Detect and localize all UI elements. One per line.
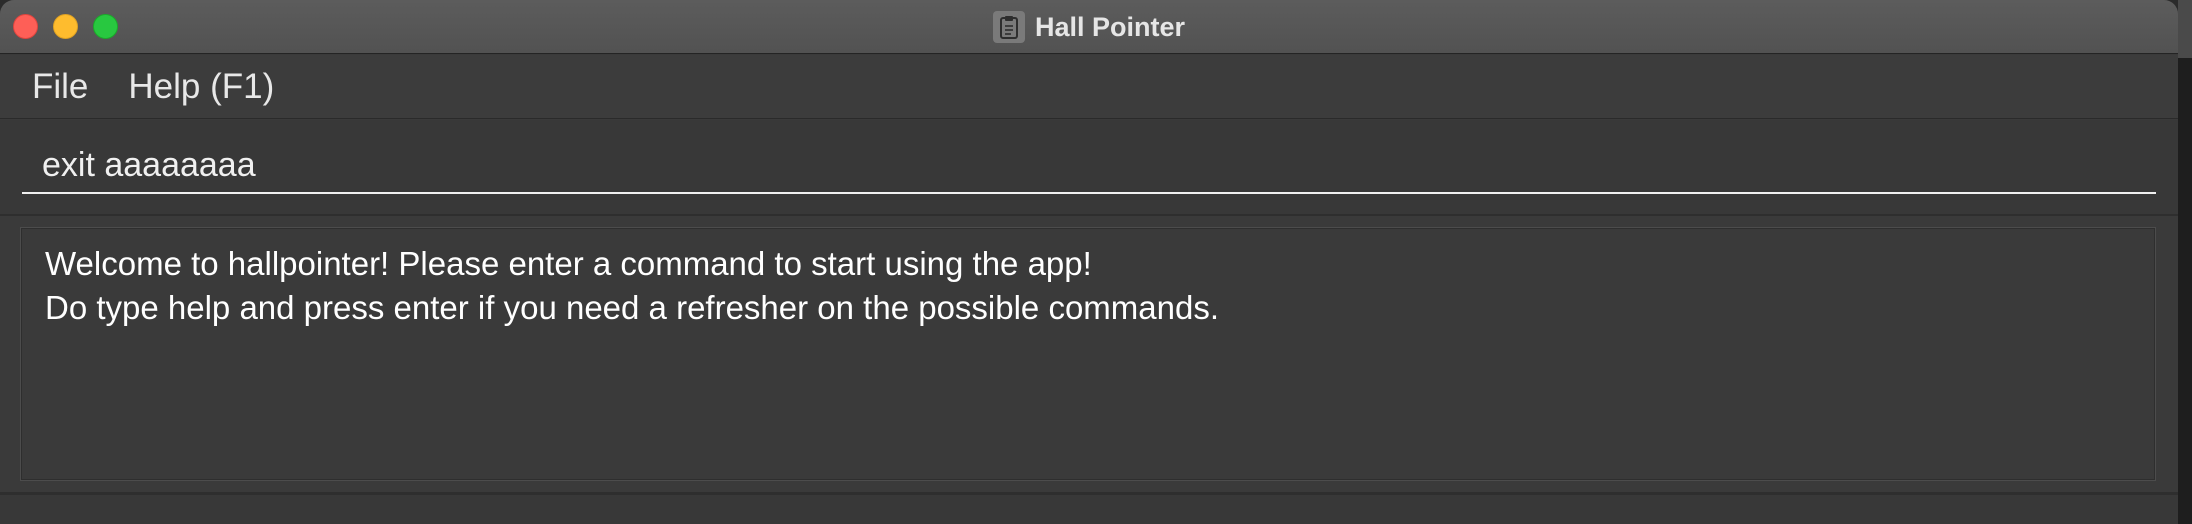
menu-bar: File Help (F1) xyxy=(0,55,2178,119)
window-title-group: Hall Pointer xyxy=(0,0,2178,54)
title-bar[interactable]: Hall Pointer xyxy=(0,0,2178,54)
command-input[interactable] xyxy=(22,138,2156,194)
list-panel-edge xyxy=(0,492,2178,524)
menu-help[interactable]: Help (F1) xyxy=(116,67,286,107)
result-line: Welcome to hallpointer! Please enter a c… xyxy=(45,245,1092,282)
app-window: Hall Pointer File Help (F1) Welcome to h… xyxy=(0,0,2178,524)
clipboard-icon xyxy=(992,11,1025,43)
result-line: Do type help and press enter if you need… xyxy=(45,289,1220,326)
result-display: Welcome to hallpointer! Please enter a c… xyxy=(20,227,2156,481)
background-window-edge xyxy=(2178,0,2192,524)
background-window-titlebar xyxy=(2178,0,2192,58)
menu-file[interactable]: File xyxy=(20,67,100,107)
command-box-panel xyxy=(0,120,2178,216)
window-title: Hall Pointer xyxy=(1034,11,1186,42)
